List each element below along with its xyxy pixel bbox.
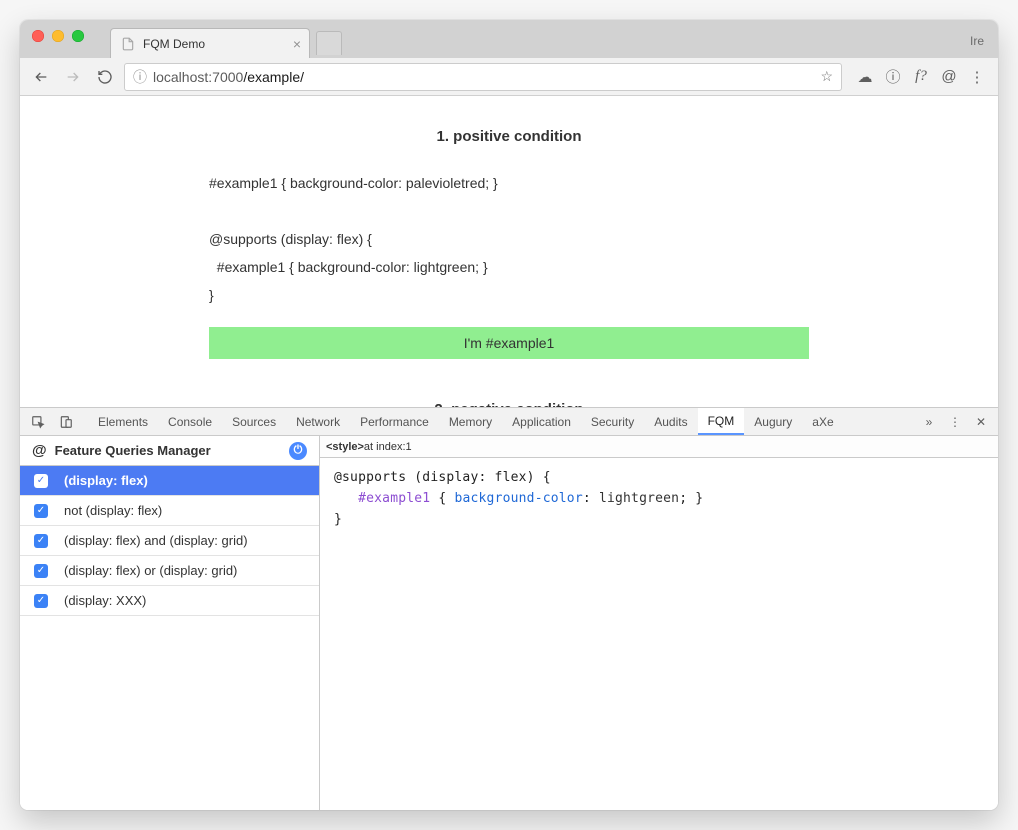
devtools-tab-audits[interactable]: Audits — [644, 408, 697, 435]
browser-window: FQM Demo × Ire ⓘ localhost:7000/example/… — [20, 20, 998, 810]
devtools-panel: ElementsConsoleSourcesNetworkPerformance… — [20, 408, 998, 810]
checkbox-icon[interactable]: ✓ — [34, 474, 48, 488]
fqm-sidebar: @ Feature Queries Manager ⏻ ✓ (display: f… — [20, 436, 320, 810]
traffic-lights — [32, 30, 84, 42]
devtools-tab-performance[interactable]: Performance — [350, 408, 439, 435]
forward-button[interactable] — [60, 64, 86, 90]
window-zoom-button[interactable] — [72, 30, 84, 42]
tab-title: FQM Demo — [143, 37, 205, 51]
devtools-tab-fqm[interactable]: FQM — [698, 408, 745, 435]
devtools-tab-memory[interactable]: Memory — [439, 408, 502, 435]
devtools-tab-console[interactable]: Console — [158, 408, 222, 435]
source-header: <style> at index:1 — [320, 436, 998, 458]
at-icon[interactable]: @ — [936, 64, 962, 90]
fqm-query-row[interactable]: ✓ (display: XXX) — [20, 586, 319, 616]
overflow-tabs-icon[interactable]: » — [916, 415, 942, 429]
devtools-tab-network[interactable]: Network — [286, 408, 350, 435]
heading-2: 2. negative condition — [209, 401, 809, 408]
back-button[interactable] — [28, 64, 54, 90]
checkbox-icon[interactable]: ✓ — [34, 534, 48, 548]
fqm-query-label: not (display: flex) — [64, 503, 162, 518]
fqm-source-panel: <style> at index:1 @supports (display: f… — [320, 436, 998, 810]
devtools-more-icon[interactable]: ⋮ — [942, 415, 968, 429]
page-content: 1. positive condition #example1 { backgr… — [209, 96, 809, 408]
source-header-tag: <style> — [326, 441, 364, 453]
extension-icons: ☁ ⓘ f? @ ⋮ — [852, 64, 990, 90]
tab-strip: FQM Demo × Ire — [20, 20, 998, 58]
checkbox-icon[interactable]: ✓ — [34, 504, 48, 518]
url-text: localhost:7000/example/ — [153, 69, 304, 85]
profile-label[interactable]: Ire — [970, 34, 984, 48]
at-icon: @ — [32, 442, 47, 459]
fqm-query-list: ✓ (display: flex) ✓ not (display: flex) ✓ (di… — [20, 466, 319, 810]
example1-box: I'm #example1 — [209, 327, 809, 359]
fqm-query-label: (display: flex) or (display: grid) — [64, 563, 237, 578]
tab-close-button[interactable]: × — [293, 37, 301, 51]
browser-toolbar: ⓘ localhost:7000/example/ ☆ ☁ ⓘ f? @ ⋮ — [20, 58, 998, 96]
page-viewport: 1. positive condition #example1 { backgr… — [20, 96, 998, 408]
fqm-panel-title-row: @ Feature Queries Manager ⏻ — [20, 436, 319, 466]
url-path: /example/ — [243, 69, 304, 85]
devtools-body: @ Feature Queries Manager ⏻ ✓ (display: f… — [20, 436, 998, 810]
fqm-query-row[interactable]: ✓ (display: flex) — [20, 466, 319, 496]
fq-ext-icon[interactable]: f? — [908, 64, 934, 90]
browser-tab-active[interactable]: FQM Demo × — [110, 28, 310, 58]
site-info-icon[interactable]: ⓘ — [133, 67, 147, 87]
devtools-tabstrip: ElementsConsoleSourcesNetworkPerformance… — [20, 408, 998, 436]
fqm-query-label: (display: XXX) — [64, 593, 146, 608]
menu-button[interactable]: ⋮ — [964, 64, 990, 90]
url-port: :7000 — [208, 69, 243, 85]
new-tab-button[interactable] — [316, 31, 342, 55]
fqm-query-label: (display: flex) and (display: grid) — [64, 533, 248, 548]
info-icon[interactable]: ⓘ — [880, 64, 906, 90]
fqm-query-row[interactable]: ✓ (display: flex) and (display: grid) — [20, 526, 319, 556]
devtools-tab-augury[interactable]: Augury — [744, 408, 802, 435]
devtools-tab-elements[interactable]: Elements — [88, 408, 158, 435]
source-header-index: at index:1 — [364, 441, 412, 453]
fqm-panel-title: Feature Queries Manager — [55, 443, 211, 458]
device-toolbar-icon[interactable] — [52, 408, 80, 435]
devtools-tab-sources[interactable]: Sources — [222, 408, 286, 435]
code-block-1: #example1 { background-color: paleviolet… — [209, 169, 809, 309]
window-minimize-button[interactable] — [52, 30, 64, 42]
fqm-reload-button[interactable]: ⏻ — [289, 442, 307, 460]
cloud-icon[interactable]: ☁ — [852, 64, 878, 90]
fqm-query-row[interactable]: ✓ not (display: flex) — [20, 496, 319, 526]
source-code-view: @supports (display: flex) { #example1 { … — [320, 458, 998, 810]
devtools-tab-application[interactable]: Application — [502, 408, 581, 435]
reload-button[interactable] — [92, 64, 118, 90]
fqm-query-label: (display: flex) — [64, 473, 148, 488]
devtools-tab-axe[interactable]: aXe — [802, 408, 843, 435]
checkbox-icon[interactable]: ✓ — [34, 564, 48, 578]
address-bar[interactable]: ⓘ localhost:7000/example/ ☆ — [124, 63, 842, 91]
devtools-tab-security[interactable]: Security — [581, 408, 644, 435]
fqm-query-row[interactable]: ✓ (display: flex) or (display: grid) — [20, 556, 319, 586]
devtools-close-icon[interactable]: ✕ — [968, 415, 994, 429]
bookmark-star-icon[interactable]: ☆ — [820, 68, 833, 85]
checkbox-icon[interactable]: ✓ — [34, 594, 48, 608]
devtools-tabs: ElementsConsoleSourcesNetworkPerformance… — [88, 408, 844, 435]
url-host: localhost — [153, 69, 208, 85]
inspect-element-icon[interactable] — [24, 408, 52, 435]
heading-1: 1. positive condition — [209, 128, 809, 145]
file-icon — [121, 37, 135, 51]
window-close-button[interactable] — [32, 30, 44, 42]
